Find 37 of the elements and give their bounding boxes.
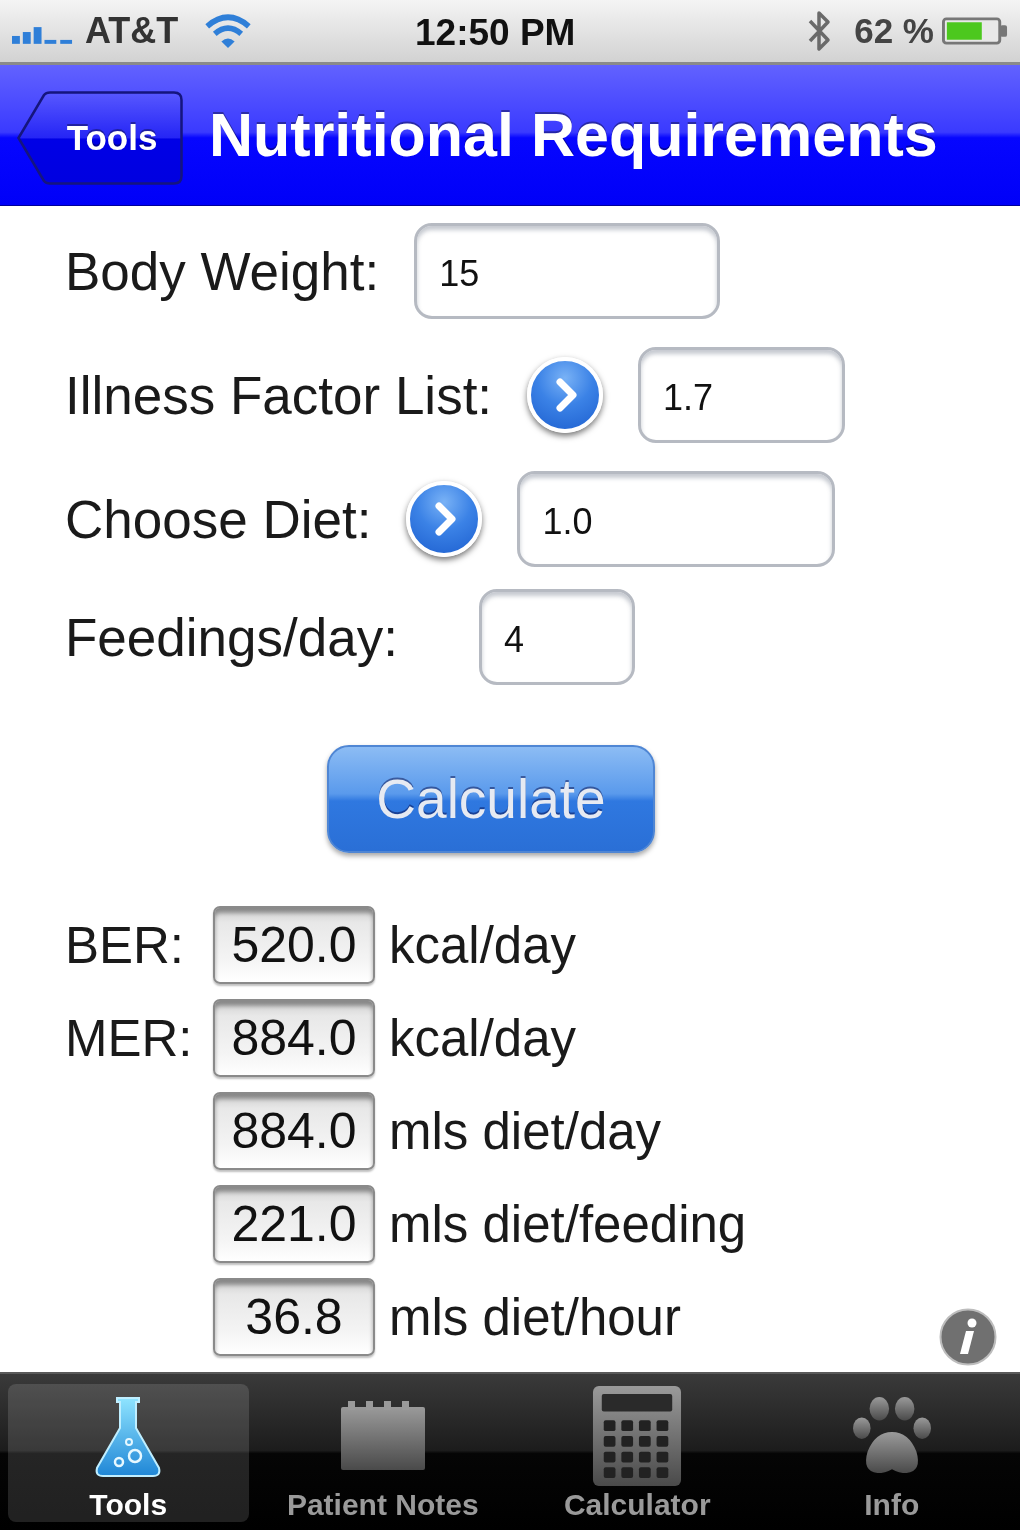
input-field[interactable]: 1.0 <box>517 471 836 567</box>
calculate-button[interactable]: Calculate <box>327 745 655 853</box>
result-unit: mls diet/day <box>389 1101 662 1161</box>
status-time: 12:50 PM <box>415 12 576 54</box>
info-icon[interactable] <box>939 1308 997 1366</box>
tab-button[interactable]: Info <box>771 1384 1012 1522</box>
field-label: Body Weight: <box>65 240 380 302</box>
field-label: Feedings/day: <box>65 606 398 668</box>
result-value: 520.0 <box>213 906 375 984</box>
battery-icon <box>942 17 1008 45</box>
result-value: 221.0 <box>213 1185 375 1263</box>
result-unit: mls diet/feeding <box>389 1194 747 1254</box>
paw-icon <box>851 1397 932 1475</box>
input-field[interactable]: 15 <box>414 223 721 319</box>
result-unit: mls diet/hour <box>389 1287 681 1347</box>
wifi-icon <box>204 14 253 48</box>
input-field[interactable]: 1.7 <box>638 347 846 443</box>
back-button[interactable]: Tools <box>17 91 183 185</box>
result-unit: kcal/day <box>389 915 577 975</box>
tab-button[interactable]: Tools <box>8 1384 249 1522</box>
result-value: 884.0 <box>213 1092 375 1170</box>
tab-button[interactable]: Calculator <box>517 1384 758 1522</box>
carrier-name: AT&T <box>85 10 179 52</box>
result-label: BER: <box>65 915 186 975</box>
input-field[interactable]: 4 <box>478 589 635 685</box>
tab-button[interactable]: Patient Notes <box>262 1384 503 1522</box>
battery-percentage: 62 % <box>854 11 934 51</box>
result-label: MER: <box>65 1008 194 1068</box>
signal-bars-icon <box>12 24 75 44</box>
calculator-icon <box>592 1385 683 1487</box>
result-unit: kcal/day <box>389 1008 577 1068</box>
result-value: 36.8 <box>213 1278 375 1356</box>
notepad-icon <box>339 1401 426 1471</box>
screen-title: Nutritional Requirements <box>209 100 938 170</box>
result-value: 884.0 <box>213 999 375 1077</box>
field-label: Choose Diet: <box>65 488 372 550</box>
field-label: Illness Factor List: <box>65 364 493 426</box>
